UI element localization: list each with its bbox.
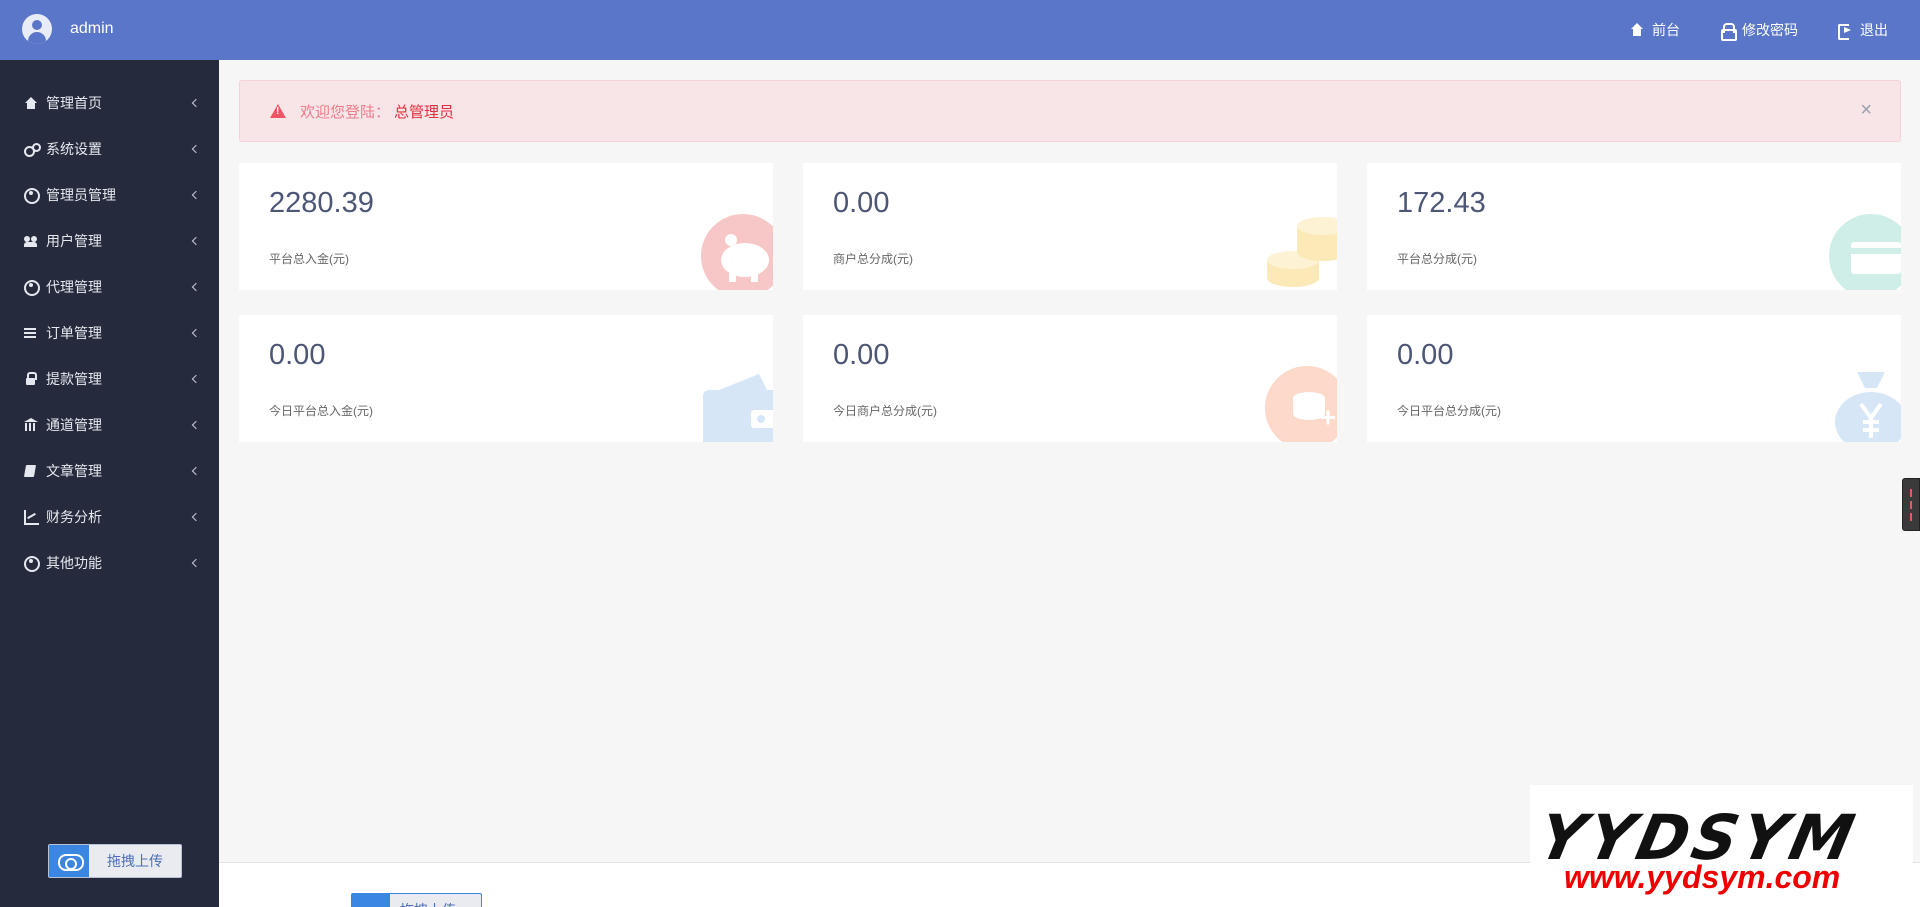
nav-change-password-label: 修改密码	[1742, 22, 1798, 38]
users-icon	[24, 234, 38, 248]
chevron-left-icon	[191, 190, 201, 200]
credit-card-icon	[1829, 214, 1901, 290]
chevron-left-icon	[191, 144, 201, 154]
sidebar-item-home[interactable]: 管理首页	[0, 80, 219, 126]
stat-card-today-platform-deposit: 0.00 今日平台总入金(元)	[239, 315, 773, 442]
sidebar-item-system-settings[interactable]: 系统设置	[0, 126, 219, 172]
chevron-left-icon	[191, 466, 201, 476]
site-watermark: YYDSYM www.yydsym.com	[1530, 785, 1913, 907]
sidebar-item-label: 财务分析	[46, 509, 102, 525]
stat-value: 0.00	[269, 339, 326, 371]
cloud-upload-icon	[352, 894, 390, 907]
nav-logout-label: 退出	[1860, 22, 1888, 38]
list-icon	[24, 326, 38, 340]
welcome-alert: 欢迎您登陆： 总管理员 ×	[239, 80, 1901, 142]
watermark-url: www.yydsym.com	[1564, 859, 1841, 895]
book-icon	[24, 464, 38, 478]
sidebar-item-label: 用户管理	[46, 233, 102, 249]
sidebar-item-label: 通道管理	[46, 417, 102, 433]
sidebar-item-article-management[interactable]: 文章管理	[0, 448, 219, 494]
stat-value: 2280.39	[269, 187, 374, 219]
sidebar: 管理首页 系统设置 管理员管理 用户管理 代理管理 订单管理 提款管理 通道管理…	[0, 60, 219, 907]
piggy-bank-icon	[701, 214, 773, 290]
sidebar-item-agent-management[interactable]: 代理管理	[0, 264, 219, 310]
warning-icon	[270, 104, 286, 118]
sidebar-item-order-management[interactable]: 订单管理	[0, 310, 219, 356]
nav-frontend-label: 前台	[1652, 22, 1680, 38]
stat-card-merchant-total-share: 0.00 商户总分成(元)	[803, 163, 1337, 290]
stat-label: 今日商户总分成(元)	[833, 404, 937, 418]
user-circle-icon	[24, 280, 40, 296]
money-bag-icon	[1835, 372, 1901, 442]
house-icon	[24, 96, 38, 110]
nav-frontend-link[interactable]: 前台	[1630, 20, 1680, 40]
sidebar-item-admin-management[interactable]: 管理员管理	[0, 172, 219, 218]
sign-out-icon	[1838, 23, 1852, 40]
sidebar-item-withdrawal-management[interactable]: 提款管理	[0, 356, 219, 402]
stat-label: 平台总分成(元)	[1397, 252, 1477, 266]
drag-upload-label: 拖拽上传	[390, 894, 481, 907]
stat-card-platform-total-share: 172.43 平台总分成(元)	[1367, 163, 1901, 290]
stat-value: 0.00	[833, 187, 890, 219]
stat-card-platform-total-deposit: 2280.39 平台总入金(元)	[239, 163, 773, 290]
stat-value: 0.00	[1397, 339, 1454, 371]
bank-icon	[24, 418, 38, 432]
stat-label: 平台总入金(元)	[269, 252, 349, 266]
stat-label: 商户总分成(元)	[833, 252, 913, 266]
sidebar-item-label: 管理员管理	[46, 187, 116, 203]
sidebar-item-other-functions[interactable]: 其他功能	[0, 540, 219, 586]
chevron-left-icon	[191, 420, 201, 430]
welcome-message: 欢迎您登陆：	[300, 103, 391, 121]
user-circle-icon	[24, 188, 40, 204]
cloud-upload-icon	[49, 845, 89, 877]
sidebar-menu: 管理首页 系统设置 管理员管理 用户管理 代理管理 订单管理 提款管理 通道管理…	[0, 60, 219, 586]
sidebar-item-user-management[interactable]: 用户管理	[0, 218, 219, 264]
chevron-left-icon	[191, 374, 201, 384]
home-icon	[1630, 23, 1644, 37]
side-toolbar-tab[interactable]	[1902, 478, 1920, 531]
stat-label: 今日平台总入金(元)	[269, 404, 373, 418]
sidebar-item-label: 系统设置	[46, 141, 102, 157]
chevron-left-icon	[191, 236, 201, 246]
nav-logout-link[interactable]: 退出	[1838, 20, 1888, 40]
stat-value: 0.00	[833, 339, 890, 371]
lock-icon	[24, 372, 38, 386]
chevron-left-icon	[191, 328, 201, 338]
avatar-icon[interactable]	[22, 14, 52, 44]
stat-value: 172.43	[1397, 187, 1486, 219]
stat-card-today-platform-share: 0.00 今日平台总分成(元)	[1367, 315, 1901, 442]
chevron-left-icon	[191, 98, 201, 108]
nav-change-password-link[interactable]: 修改密码	[1720, 20, 1798, 41]
gears-icon	[24, 142, 41, 157]
sidebar-item-label: 管理首页	[46, 95, 102, 111]
drag-upload-button[interactable]: 拖拽上传	[48, 844, 182, 878]
lock-icon	[1720, 23, 1737, 41]
sidebar-item-financial-analysis[interactable]: 财务分析	[0, 494, 219, 540]
chevron-left-icon	[191, 558, 201, 568]
close-icon[interactable]: ×	[1860, 99, 1872, 122]
sidebar-item-label: 文章管理	[46, 463, 102, 479]
username: admin	[70, 20, 114, 37]
chevron-left-icon	[191, 512, 201, 522]
sidebar-item-label: 提款管理	[46, 371, 102, 387]
sidebar-item-channel-management[interactable]: 通道管理	[0, 402, 219, 448]
sidebar-item-label: 其他功能	[46, 555, 102, 571]
line-chart-icon	[24, 510, 39, 525]
admin-role: 总管理员	[394, 103, 455, 121]
stat-label: 今日平台总分成(元)	[1397, 404, 1501, 418]
drag-upload-label: 拖拽上传	[107, 853, 163, 869]
user-circle-icon	[24, 556, 40, 572]
sidebar-item-label: 代理管理	[46, 279, 102, 295]
top-header: admin 前台 修改密码 退出	[0, 0, 1920, 60]
sidebar-item-label: 订单管理	[46, 325, 102, 341]
wallet-icon	[703, 374, 773, 442]
coin-plus-icon	[1265, 366, 1337, 442]
stat-card-today-merchant-share: 0.00 今日商户总分成(元)	[803, 315, 1337, 442]
drag-upload-button-footer[interactable]: 拖拽上传	[351, 893, 482, 907]
chevron-left-icon	[191, 282, 201, 292]
header-nav: 前台 修改密码 退出	[1630, 0, 1888, 60]
coins-icon	[1267, 217, 1337, 287]
